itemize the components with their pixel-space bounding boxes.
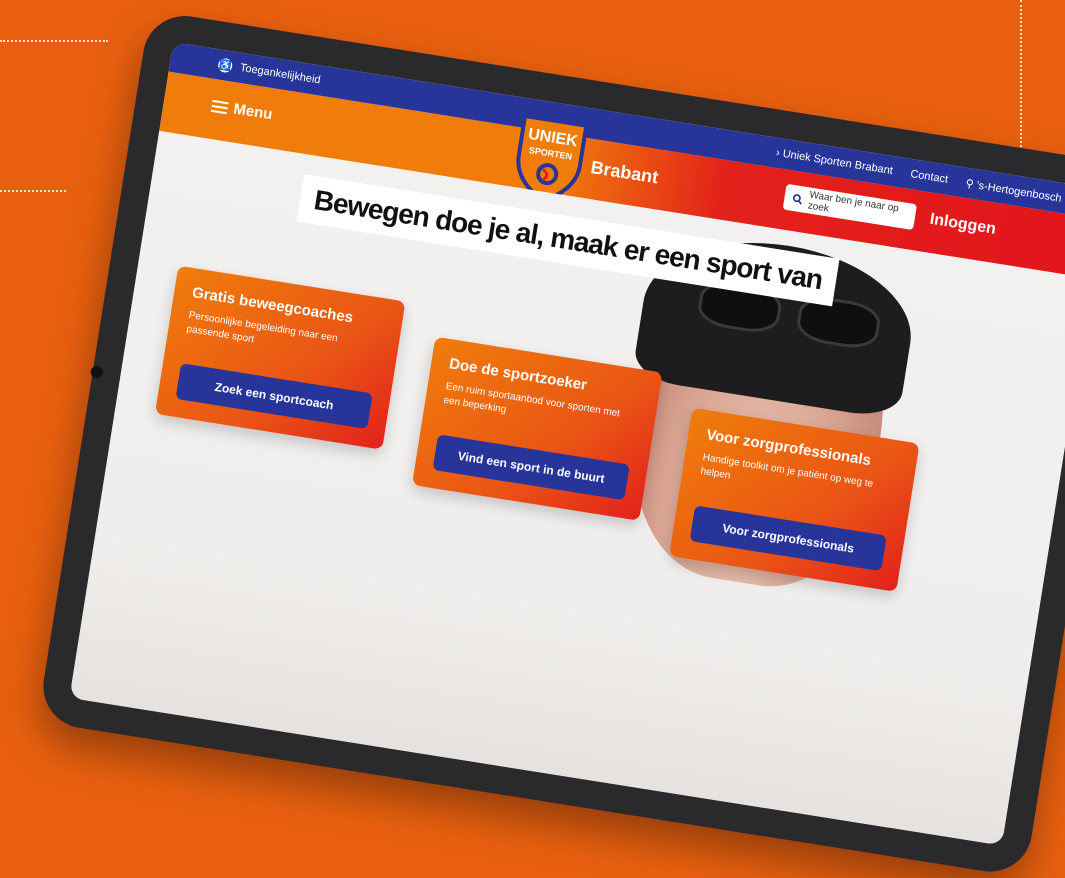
contact-link[interactable]: Contact [910,168,949,186]
search-icon [792,193,802,205]
accessibility-link[interactable]: Toegankelijkheid [239,62,321,87]
search-placeholder: Waar ben je naar op zoek [806,189,900,215]
login-link[interactable]: Inloggen [928,211,997,239]
care-professionals-button[interactable]: Voor zorgprofessionals [689,505,887,572]
decor-dots-middle [0,190,66,192]
card-sportzoeker: Doe de sportzoeker Een ruim sportaanbod … [411,336,663,521]
find-sport-nearby-button[interactable]: Vind een sport in de buurt [432,434,630,501]
search-input[interactable]: Waar ben je naar op zoek [782,183,918,231]
camera-dot [89,365,104,379]
find-sportcoach-button[interactable]: Zoek een sportcoach [175,363,373,430]
card-beweegcoaches: Gratis beweegcoaches Persoonlijke begele… [154,265,406,450]
location-label: 's-Hertogenbosch [975,179,1063,205]
decor-dots-top [0,40,108,42]
menu-button[interactable]: Menu [210,97,274,124]
tablet-device: ♿ Toegankelijkheid › Uniek Sporten Braba… [37,10,1065,878]
website-screen: ♿ Toegankelijkheid › Uniek Sporten Braba… [69,42,1065,846]
location-pin-icon: ⚲ [964,177,975,191]
accessibility-icon: ♿ [217,57,234,74]
brand-region-label: Brabant [589,157,660,188]
hamburger-icon [210,99,229,114]
menu-label: Menu [232,100,274,124]
